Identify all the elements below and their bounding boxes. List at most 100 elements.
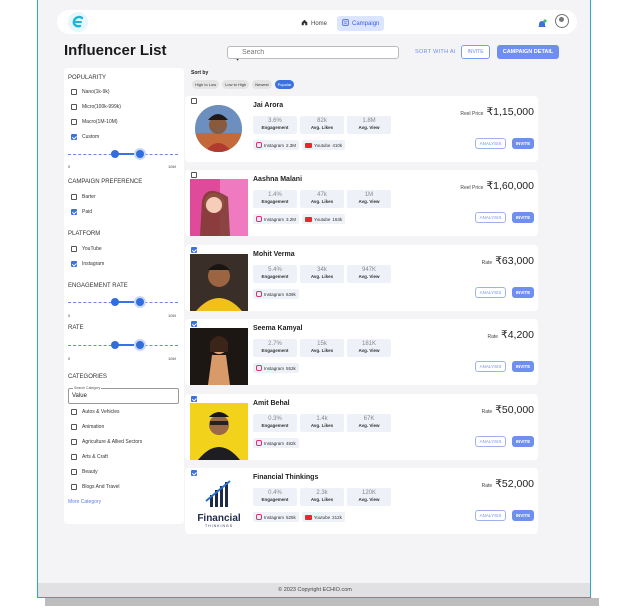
checkbox-nano[interactable]: Nano(1k-9k) bbox=[71, 89, 110, 95]
stat-label: Avg. Likes bbox=[310, 125, 334, 130]
select-checkbox[interactable] bbox=[191, 98, 197, 104]
analysis-button[interactable]: ANALYSIS bbox=[475, 138, 506, 149]
engagement-slider[interactable] bbox=[68, 298, 178, 308]
analysis-button[interactable]: ANALYSIS bbox=[475, 510, 506, 521]
more-category-link[interactable]: More Category bbox=[68, 499, 101, 505]
card-invite-button[interactable]: INVITE bbox=[512, 510, 534, 521]
checkbox[interactable] bbox=[71, 469, 77, 475]
checkbox[interactable] bbox=[71, 484, 77, 490]
echio-logo[interactable] bbox=[68, 12, 88, 32]
likes-stat: 34k Avg. Likes bbox=[300, 265, 344, 283]
invite-button[interactable]: INVITE bbox=[461, 45, 490, 59]
analysis-button[interactable]: ANALYSIS bbox=[475, 287, 506, 298]
nav-campaign[interactable]: Campaign bbox=[337, 16, 385, 31]
influencer-name[interactable]: Aashna Malani bbox=[253, 176, 302, 183]
card-invite-button[interactable]: INVITE bbox=[512, 138, 534, 149]
views-stat: 181K Avg. View bbox=[347, 339, 391, 357]
campaign-icon bbox=[342, 19, 349, 28]
checkbox-micro[interactable]: Micro(100k-999k) bbox=[71, 104, 121, 110]
checkbox[interactable] bbox=[71, 104, 77, 110]
checkbox[interactable] bbox=[71, 119, 77, 125]
select-checkbox[interactable] bbox=[191, 172, 197, 178]
influencer-name[interactable]: Seema Kamyal bbox=[253, 325, 302, 332]
instagram-icon bbox=[256, 440, 262, 446]
checkbox-animation[interactable]: Animation bbox=[71, 424, 104, 430]
rate-slider[interactable] bbox=[68, 341, 178, 351]
influencer-name[interactable]: Mohit Verma bbox=[253, 251, 295, 258]
campaign-detail-button[interactable]: CAMPAIGN DETAIL bbox=[497, 45, 559, 59]
checkbox[interactable] bbox=[71, 134, 77, 140]
nav-campaign-label: Campaign bbox=[352, 20, 380, 27]
sort-chip-popular[interactable]: Popular bbox=[274, 80, 295, 89]
influencer-name[interactable]: Amit Behal bbox=[253, 400, 290, 407]
checkbox[interactable] bbox=[71, 424, 77, 430]
slider-min-thumb[interactable] bbox=[111, 298, 119, 306]
checkbox-macro[interactable]: Macro(1M-10M) bbox=[71, 119, 118, 125]
select-checkbox[interactable] bbox=[191, 321, 197, 327]
slider-max-thumb[interactable] bbox=[136, 298, 144, 306]
select-checkbox[interactable] bbox=[191, 396, 197, 402]
slider-max-thumb[interactable] bbox=[136, 341, 144, 349]
checkbox[interactable] bbox=[71, 454, 77, 460]
influencer-name[interactable]: Financial Thinkings bbox=[253, 474, 318, 481]
checkbox-arts[interactable]: Arts & Craft bbox=[71, 454, 108, 460]
checkbox[interactable] bbox=[71, 246, 77, 252]
analysis-button[interactable]: ANALYSIS bbox=[475, 212, 506, 223]
price: Rate ₹4,200 bbox=[487, 325, 534, 343]
influencer-name[interactable]: Jai Arora bbox=[253, 102, 283, 109]
category-search-field[interactable]: Search Category Value bbox=[68, 386, 179, 404]
checkbox[interactable] bbox=[71, 439, 77, 445]
checkbox[interactable] bbox=[71, 209, 77, 215]
analysis-button[interactable]: ANALYSIS bbox=[475, 361, 506, 372]
slider-min-thumb[interactable] bbox=[111, 341, 119, 349]
likes-stat: 1.4k Avg. Likes bbox=[300, 414, 344, 432]
views-stat: 120K Avg. View bbox=[347, 488, 391, 506]
checkbox-autos[interactable]: Autos & Vehicles bbox=[71, 409, 120, 415]
frame-shadow bbox=[45, 598, 599, 606]
sort-chip-newest[interactable]: Newest bbox=[252, 80, 272, 89]
checkbox-barter[interactable]: Barter bbox=[71, 194, 96, 200]
social-label: Instagram bbox=[264, 216, 285, 222]
slider-min-thumb[interactable] bbox=[111, 150, 119, 158]
search-input[interactable] bbox=[227, 46, 399, 59]
youtube-icon bbox=[305, 216, 313, 222]
stat-value: 47k bbox=[317, 192, 327, 198]
stat-value: 1.8M bbox=[362, 118, 376, 124]
checkbox-blogs[interactable]: Blogs And Travel bbox=[71, 484, 120, 490]
checkbox-youtube[interactable]: YouTube bbox=[71, 246, 102, 252]
slider-max-thumb[interactable] bbox=[136, 150, 144, 158]
card-invite-button[interactable]: INVITE bbox=[512, 212, 534, 223]
price-value: ₹4,200 bbox=[501, 329, 534, 341]
sort-chip-low-to-high[interactable]: Low to High bbox=[222, 80, 250, 89]
select-checkbox[interactable] bbox=[191, 470, 197, 476]
checkbox-label: YouTube bbox=[82, 246, 102, 252]
bell-icon[interactable] bbox=[537, 16, 547, 27]
card-invite-button[interactable]: INVITE bbox=[512, 287, 534, 298]
card-invite-button[interactable]: INVITE bbox=[512, 436, 534, 447]
nav-home[interactable]: Home bbox=[301, 19, 327, 28]
checkbox[interactable] bbox=[71, 194, 77, 200]
sort-by-label: Sort by bbox=[191, 70, 209, 76]
social-label: Youtube bbox=[314, 142, 331, 148]
analysis-button[interactable]: ANALYSIS bbox=[475, 436, 506, 447]
profile-photo bbox=[190, 403, 248, 460]
user-avatar-icon[interactable] bbox=[555, 14, 569, 28]
card-invite-button[interactable]: INVITE bbox=[512, 361, 534, 372]
checkbox-agriculture[interactable]: Agriculture & Allied Sectors bbox=[71, 439, 142, 445]
checkbox-instagram[interactable]: Instagram bbox=[71, 261, 104, 267]
select-checkbox[interactable] bbox=[191, 247, 197, 253]
sort-with-ai-button[interactable]: SORT WITH AI bbox=[415, 49, 456, 55]
youtube-icon bbox=[305, 142, 313, 148]
instagram-icon bbox=[256, 142, 262, 148]
social-label: Instagram bbox=[264, 291, 285, 297]
stat-label: Avg. Likes bbox=[310, 348, 334, 353]
checkbox-paid[interactable]: Paid bbox=[71, 209, 92, 215]
sort-chip-high-to-low[interactable]: High to Low bbox=[192, 80, 220, 89]
checkbox-custom[interactable]: Custom bbox=[71, 134, 99, 140]
checkbox-beauty[interactable]: Beauty bbox=[71, 469, 98, 475]
checkbox[interactable] bbox=[71, 261, 77, 267]
checkbox[interactable] bbox=[71, 409, 77, 415]
checkbox[interactable] bbox=[71, 89, 77, 95]
category-field-value[interactable]: Value bbox=[72, 393, 87, 399]
popularity-slider[interactable] bbox=[68, 150, 178, 160]
